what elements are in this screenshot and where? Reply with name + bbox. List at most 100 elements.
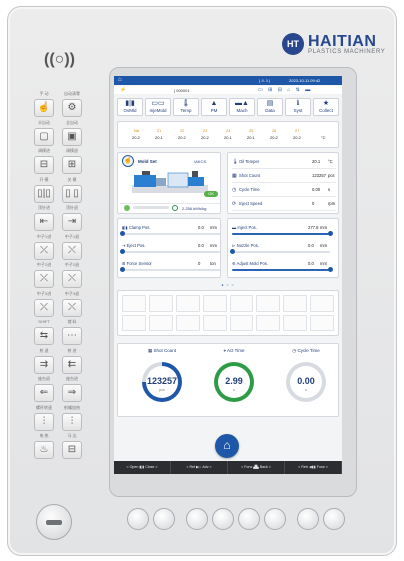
toolbar-icons[interactable]: ▭ ⊞ ⊟ ⌂ ⇅ ▬ xyxy=(258,87,312,93)
alarm-icon[interactable]: ⚡ xyxy=(120,87,126,93)
core1-out-icon[interactable]: ⤬ xyxy=(62,241,82,260)
logo-subtitle: PLASTICS MACHINERY xyxy=(308,49,386,55)
key-label: 调模进 xyxy=(38,148,50,153)
mold-close-icon[interactable]: ▯ ▯ xyxy=(62,184,82,203)
shortcut-slot[interactable] xyxy=(229,314,254,331)
tab-mach[interactable]: ▬▲ Mach xyxy=(229,98,255,116)
tab-collect[interactable]: ★ Collect xyxy=(313,98,339,116)
ejector-forward-icon[interactable]: ⇤ xyxy=(34,213,54,231)
shortcut-slot[interactable] xyxy=(175,314,200,331)
carriage-forward-icon[interactable]: ⇒ xyxy=(62,384,82,402)
hand-icon[interactable]: ☝ xyxy=(34,99,54,117)
screw-speed-icon[interactable]: ⫶ xyxy=(34,412,54,431)
temperature-bar[interactable]: °C Nzl 20.2 Z1 20.1 Z2 20.2 Z3 20.2 Z4 20.1 Z5 20.1… xyxy=(117,121,339,148)
gauge-label: ◷ Cycle Time xyxy=(292,348,320,353)
shortcut-slot[interactable] xyxy=(256,314,281,331)
key-label: 射嘴加热 xyxy=(64,404,80,410)
tab-label: InjeMold xyxy=(149,108,167,113)
softkey[interactable]: < Open ▮|▮ Close > xyxy=(114,461,171,474)
shortcut-slot[interactable] xyxy=(122,314,146,331)
core2-out-icon[interactable]: ⤬ xyxy=(62,270,82,288)
position-row: ⚙ Adjust Mold Pos. 0.0 mm xyxy=(232,261,333,279)
motor-icon[interactable]: ⊟ xyxy=(62,441,82,459)
info-icon: 🌡 xyxy=(232,159,239,165)
tab-syst[interactable]: ℹ Syst xyxy=(285,98,311,116)
position-knob[interactable] xyxy=(327,231,333,236)
core3-in-icon[interactable]: ⤫ xyxy=(34,298,54,317)
gauge-label: ⌖ Act Time xyxy=(223,348,245,353)
shortcut-slot[interactable] xyxy=(283,295,308,312)
tab-data[interactable]: ▤ Data xyxy=(257,98,283,116)
mold-code: [ 000001 xyxy=(174,88,190,93)
injection-back-icon[interactable]: ⇉ xyxy=(34,355,54,374)
half-auto-icon[interactable]: ▢ xyxy=(34,127,54,146)
energy-bar xyxy=(133,206,169,209)
tab-temp[interactable]: 🌡 Temp xyxy=(173,98,199,116)
key-switch[interactable] xyxy=(36,504,72,540)
position-knob[interactable] xyxy=(119,249,125,254)
tab-injemold[interactable]: ▭▭ InjeMold xyxy=(145,98,171,116)
page-indicator[interactable]: ● ○ ○ xyxy=(218,283,238,287)
softkey[interactable]: < Forw ▟▙ Back > xyxy=(228,461,285,474)
mold-card[interactable]: ☝ Mold Set /AKCS OK 2.256 kWh/kg xyxy=(117,152,221,214)
shortcut-slot[interactable] xyxy=(202,314,227,331)
shortcut-slot[interactable] xyxy=(122,295,146,312)
shift-icon[interactable]: ⇆ xyxy=(34,327,54,345)
core2-in-icon[interactable]: ⤫ xyxy=(34,270,54,288)
softkey-physical-button[interactable] xyxy=(323,508,345,530)
softkey-physical-button[interactable] xyxy=(238,508,260,530)
shortcut-slot[interactable] xyxy=(283,314,308,331)
energy-row: 2.256 kWh/kg xyxy=(120,203,220,211)
shortcut-slot[interactable] xyxy=(310,295,334,312)
info-label: Oil Temper xyxy=(239,159,260,164)
core3-out-icon[interactable]: ⤬ xyxy=(62,298,82,317)
shortcut-slot[interactable] xyxy=(148,314,173,331)
heater-icon[interactable]: ♨ xyxy=(34,441,54,459)
position-unit: mm xyxy=(210,225,217,230)
softkey[interactable]: < Retr ◀▮▮ Forw > xyxy=(285,461,342,474)
syst-icon: ℹ xyxy=(296,100,300,107)
softkey[interactable]: < Ret ▶▷ Adv > xyxy=(171,461,228,474)
softkey-physical-button[interactable] xyxy=(212,508,234,530)
positions-left-card: ▮|▮ Clamp Pos. 0.0 mm ⇥ Eject Pos. 0.0 mm ⊞ Fo… xyxy=(117,218,221,278)
tab-label: OvMld xyxy=(123,108,137,113)
softkey-physical-button[interactable] xyxy=(186,508,208,530)
gear-icon[interactable]: ⚙ xyxy=(62,99,82,117)
ovmld-icon: ▮|▮ xyxy=(125,100,135,107)
softkey-physical-button[interactable] xyxy=(153,508,175,530)
full-auto-icon[interactable]: ▣ xyxy=(62,127,82,146)
info-row: ⟳ Inject Speed 0 rpm xyxy=(232,201,336,211)
shortcut-slot[interactable] xyxy=(202,295,227,312)
position-knob[interactable] xyxy=(119,231,125,236)
core1-in-icon[interactable]: ⤫ xyxy=(34,241,54,260)
mold-open-icon[interactable]: ▯|▯ xyxy=(34,184,54,203)
shortcut-slot[interactable] xyxy=(310,314,334,331)
ejector-back-icon[interactable]: ⇥ xyxy=(62,213,82,231)
shortcut-slot[interactable] xyxy=(175,295,200,312)
status-alarm-info[interactable]: | ⚠ 1 | xyxy=(259,78,270,83)
key-label: 射 退 xyxy=(39,347,49,353)
softkey-physical-button[interactable] xyxy=(127,508,149,530)
position-unit: ton xyxy=(210,261,216,266)
fingerprint-icon[interactable]: ☝ xyxy=(122,155,134,167)
position-track xyxy=(232,231,333,236)
tab-ovmld[interactable]: ▮|▮ OvMld xyxy=(117,98,143,116)
softkey-physical-button[interactable] xyxy=(264,508,286,530)
softkey-physical-button[interactable] xyxy=(297,508,319,530)
softkey-bar: < Open ▮|▮ Close > < Ret ▶▷ Adv > < Forw ▟… xyxy=(114,461,342,474)
injection-forward-icon[interactable]: ⇇ xyxy=(62,355,82,374)
shortcut-slot[interactable] xyxy=(256,295,281,312)
position-knob[interactable] xyxy=(229,249,235,254)
nozzle-heat-icon[interactable]: ⫶ xyxy=(62,412,82,431)
tab-pm[interactable]: ▲ PM xyxy=(201,98,227,116)
home-status-icon[interactable]: ⌂ xyxy=(118,77,122,83)
home-button[interactable]: ⌂ xyxy=(215,434,239,458)
shortcut-slot[interactable] xyxy=(148,295,173,312)
mold-adjust-in-icon[interactable]: ⊟ xyxy=(34,156,54,174)
mold-adjust-out-icon[interactable]: ⊞ xyxy=(62,156,82,174)
shortcut-slot[interactable] xyxy=(229,295,254,312)
carriage-back-icon[interactable]: ⇐ xyxy=(34,384,54,402)
charge-icon[interactable]: ⋯ xyxy=(62,327,82,345)
position-knob[interactable] xyxy=(119,267,125,272)
position-knob[interactable] xyxy=(327,267,333,272)
